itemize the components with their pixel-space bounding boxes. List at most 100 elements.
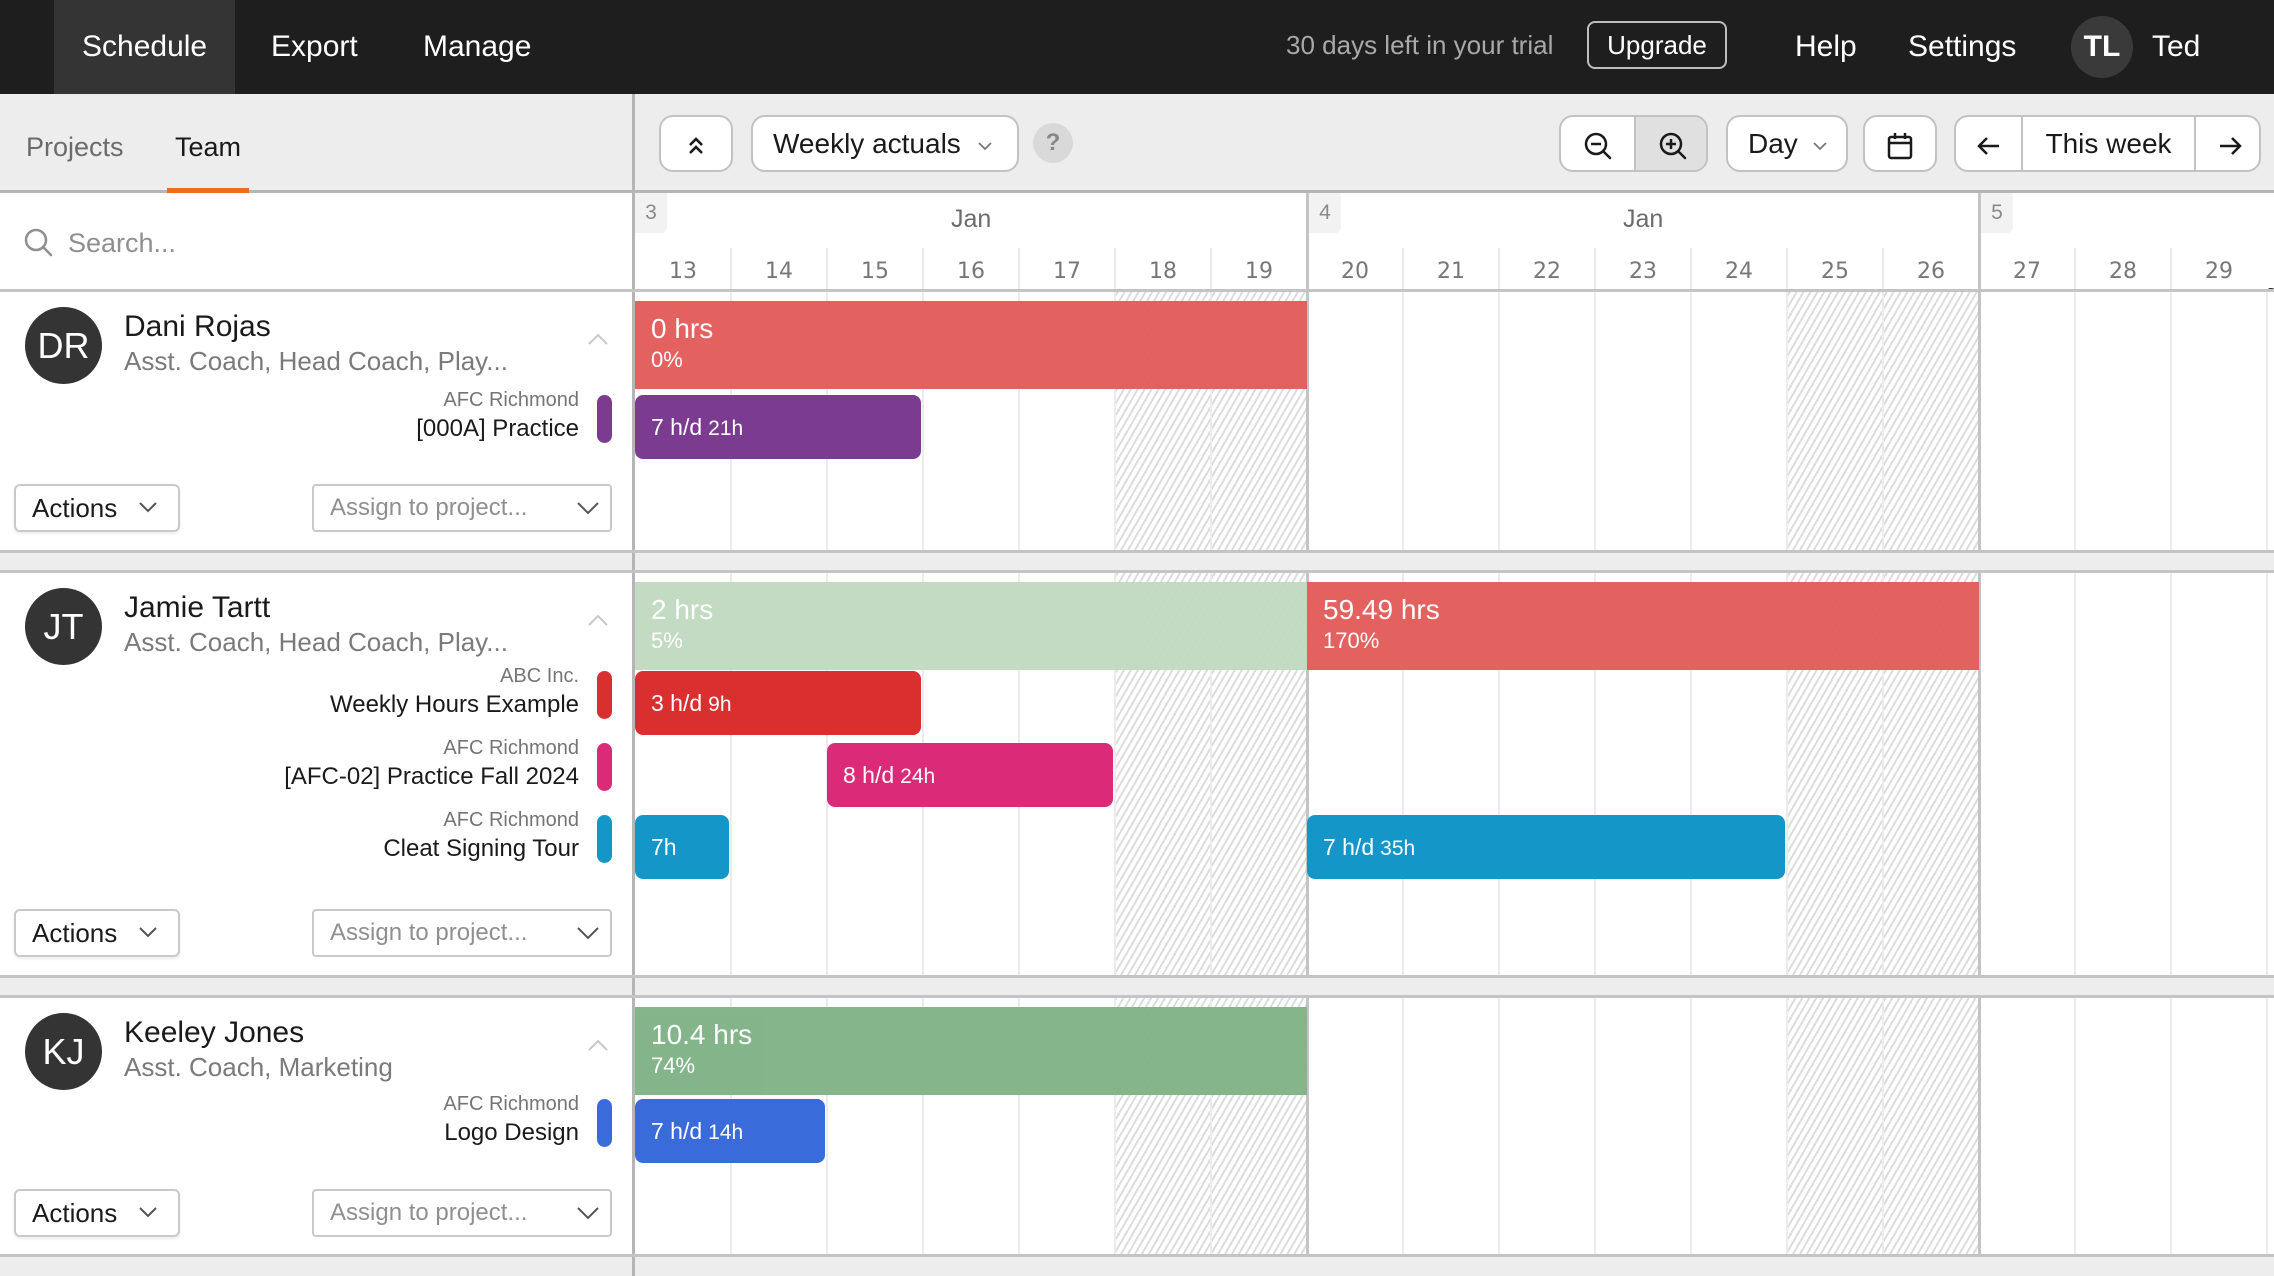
project-label[interactable]: AFC Richmond [AFC-02] Practice Fall 2024 xyxy=(284,735,579,793)
allocation-bar[interactable]: 7 h/d 14h xyxy=(635,1099,825,1163)
settings-link[interactable]: Settings xyxy=(1908,30,2016,64)
row-divider xyxy=(0,550,2274,553)
day-label[interactable]: 20 xyxy=(1307,259,1403,284)
day-label[interactable]: 28 xyxy=(2075,259,2171,284)
actions-button[interactable]: Actions xyxy=(14,1189,180,1237)
allocation-rate: 7h xyxy=(651,834,677,860)
capacity-summary-bar[interactable]: 0 hrs 0% xyxy=(635,301,1307,389)
capacity-summary-bar[interactable]: 59.49 hrs 170% xyxy=(1307,582,1979,670)
search-input[interactable] xyxy=(68,218,608,268)
actions-button[interactable]: Actions xyxy=(14,484,180,532)
assign-placeholder: Assign to project... xyxy=(330,1199,528,1226)
help-link[interactable]: Help xyxy=(1795,30,1857,64)
capacity-summary-bar[interactable]: 2 hrs 5% xyxy=(635,582,1307,670)
collapse-toggle[interactable] xyxy=(587,332,609,346)
help-icon[interactable]: ? xyxy=(1033,123,1073,163)
capacity-summary-bar[interactable]: 10.4 hrs 74% xyxy=(635,1007,1307,1095)
person-name[interactable]: Keeley Jones xyxy=(124,1016,304,1050)
zoom-in-button[interactable] xyxy=(1634,117,1706,170)
day-label[interactable]: 27 xyxy=(1979,259,2075,284)
schedule-grid[interactable]: 0 hrs 0% 7 h/d 21h xyxy=(635,292,2274,550)
day-label[interactable]: 21 xyxy=(1403,259,1499,284)
upgrade-button[interactable]: Upgrade xyxy=(1587,21,1727,69)
day-label[interactable]: 22 xyxy=(1499,259,1595,284)
chevron-up-icon xyxy=(588,1039,608,1051)
day-label[interactable]: 16 xyxy=(923,259,1019,284)
actions-label: Actions xyxy=(32,1198,118,1228)
scale-select[interactable]: Day xyxy=(1726,115,1848,172)
assign-to-project-select[interactable]: Assign to project... xyxy=(312,909,612,957)
view-select-value: Weekly actuals xyxy=(773,128,961,159)
schedule-toolbar: Weekly actuals ? Day This week xyxy=(635,94,2274,193)
day-label[interactable]: 24 xyxy=(1691,259,1787,284)
collapse-toggle[interactable] xyxy=(587,1038,609,1052)
view-select[interactable]: Weekly actuals xyxy=(751,115,1019,172)
project-label[interactable]: ABC Inc. Weekly Hours Example xyxy=(330,663,579,721)
day-gridline xyxy=(1786,998,1788,1254)
avatar[interactable]: JT xyxy=(25,588,102,665)
actions-label: Actions xyxy=(32,918,118,948)
summary-hours: 2 hrs xyxy=(651,594,714,625)
assign-placeholder: Assign to project... xyxy=(330,919,528,946)
allocation-bar[interactable]: 7 h/d 21h xyxy=(635,395,921,459)
chevron-down-icon xyxy=(977,141,992,150)
project-color-swatch xyxy=(597,815,612,863)
avatar[interactable]: DR xyxy=(25,307,102,384)
person-name[interactable]: Jamie Tartt xyxy=(124,591,270,625)
project-label[interactable]: AFC Richmond Logo Design xyxy=(443,1091,579,1149)
allocation-bar[interactable]: 8 h/d 24h xyxy=(827,743,1113,807)
user-avatar[interactable]: TL xyxy=(2071,16,2133,78)
chevron-down-icon xyxy=(1812,141,1827,150)
person-row: KJ Keeley Jones Asst. Coach, Marketing AFC … xyxy=(0,998,2274,1254)
calendar-button[interactable] xyxy=(1863,115,1937,172)
day-gridline xyxy=(1402,998,1404,1254)
allocation-bar[interactable]: 3 h/d 9h xyxy=(635,671,921,735)
summary-percent: 5% xyxy=(651,628,683,653)
collapse-all-button[interactable] xyxy=(659,115,733,172)
schedule-grid[interactable]: 10.4 hrs 74% 7 h/d 14h xyxy=(635,998,2274,1254)
week-number: 5 xyxy=(1981,193,2013,233)
allocation-total: 14h xyxy=(708,1121,744,1144)
day-gridline xyxy=(2074,998,2076,1254)
tab-projects[interactable]: Projects xyxy=(26,132,124,163)
project-label[interactable]: AFC Richmond Cleat Signing Tour xyxy=(383,807,579,865)
summary-hours: 10.4 hrs xyxy=(651,1019,753,1050)
day-label[interactable]: 17 xyxy=(1019,259,1115,284)
nav-tab-schedule[interactable]: Schedule xyxy=(54,0,236,94)
allocation-bar[interactable]: 7h xyxy=(635,815,729,879)
summary-percent: 0% xyxy=(651,347,683,372)
user-name[interactable]: Ted xyxy=(2152,30,2200,64)
day-label[interactable]: 14 xyxy=(731,259,827,284)
actions-button[interactable]: Actions xyxy=(14,909,180,957)
project-label[interactable]: AFC Richmond [000A] Practice xyxy=(416,387,579,445)
collapse-toggle[interactable] xyxy=(587,613,609,627)
avatar[interactable]: KJ xyxy=(25,1013,102,1090)
previous-week-button[interactable] xyxy=(1956,117,2021,170)
assign-to-project-select[interactable]: Assign to project... xyxy=(312,1189,612,1237)
nav-tab-export[interactable]: Export xyxy=(243,0,386,94)
view-tabs: Projects Team xyxy=(0,94,633,193)
project-name: [000A] Practice xyxy=(416,415,579,442)
next-week-button[interactable] xyxy=(2194,117,2259,170)
chevron-up-icon xyxy=(588,614,608,626)
person-name[interactable]: Dani Rojas xyxy=(124,310,271,344)
zoom-out-button[interactable] xyxy=(1561,117,1634,170)
day-label[interactable]: 15 xyxy=(827,259,923,284)
top-nav: Schedule Export Manage 30 days left in y… xyxy=(0,0,2274,94)
day-label[interactable]: 29 xyxy=(2171,259,2267,284)
schedule-grid[interactable]: 2 hrs 5% 59.49 hrs 170% 3 h/d 9h 8 h/d 24h 7h 7 h… xyxy=(635,573,2274,975)
day-label[interactable]: 25 xyxy=(1787,259,1883,284)
person-info: DR Dani Rojas Asst. Coach, Head Coach, Pla… xyxy=(0,292,632,550)
tab-team[interactable]: Team xyxy=(175,132,241,163)
allocation-bar[interactable]: 7 h/d 35h xyxy=(1307,815,1785,879)
nav-tab-manage[interactable]: Manage xyxy=(395,0,559,94)
day-label[interactable]: 23 xyxy=(1595,259,1691,284)
assign-to-project-select[interactable]: Assign to project... xyxy=(312,484,612,532)
day-label[interactable]: 13 xyxy=(635,259,731,284)
day-label[interactable]: 18 xyxy=(1115,259,1211,284)
day-label[interactable]: 19 xyxy=(1211,259,1307,284)
allocation-rate: 3 h/d xyxy=(651,690,703,716)
this-week-button[interactable]: This week xyxy=(2021,117,2194,170)
project-client: AFC Richmond xyxy=(443,809,579,831)
day-label[interactable]: 26 xyxy=(1883,259,1979,284)
